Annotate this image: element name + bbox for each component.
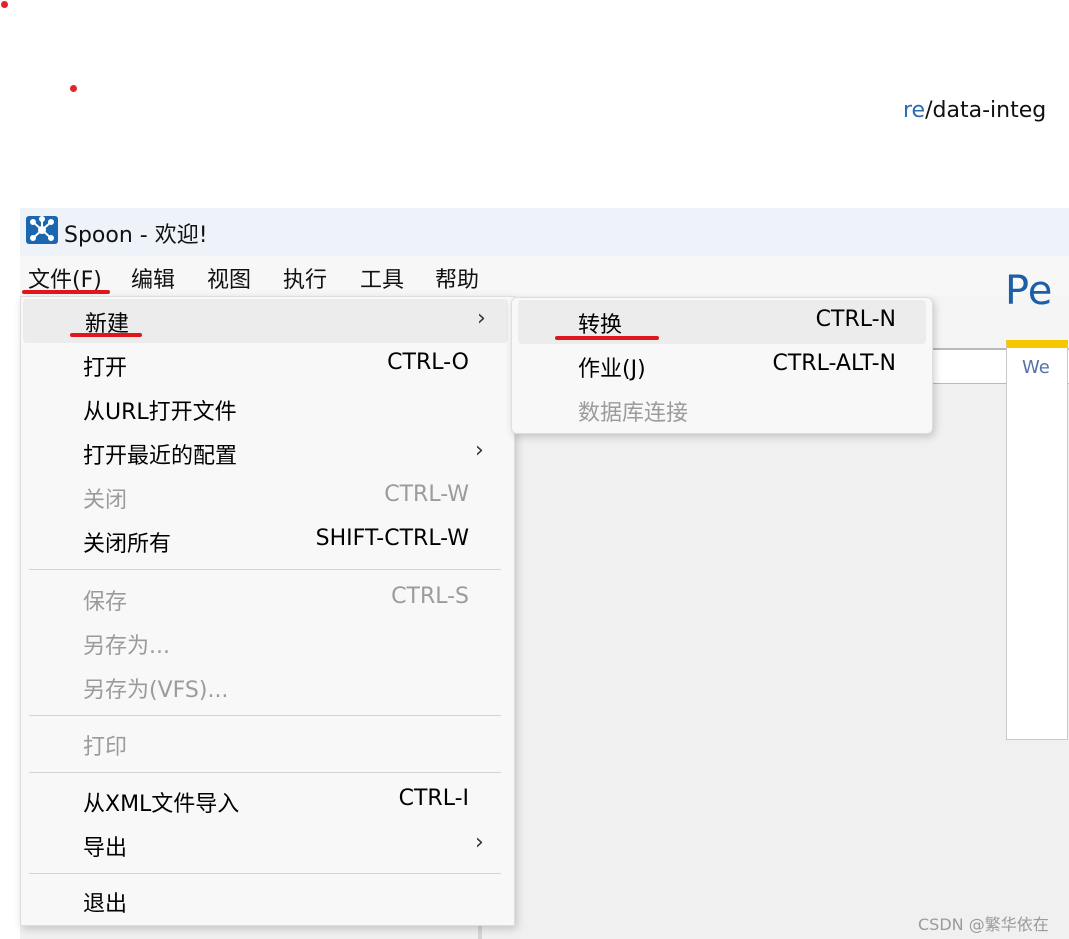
submenu-item-job[interactable]: 作业(J) CTRL-ALT-N — [518, 344, 926, 388]
menu-item-label: 打开 — [83, 356, 128, 381]
menu-item-label: 从XML文件导入 — [83, 792, 240, 817]
menu-edit[interactable]: 编辑 — [131, 262, 175, 294]
window-title: Spoon - 欢迎! — [64, 223, 208, 248]
menu-item-export[interactable]: 导出 › — [21, 823, 506, 867]
menu-bar: 文件(F) 编辑 视图 执行 工具 帮助 — [20, 256, 1069, 296]
menu-item-label: 导出 — [83, 836, 128, 861]
menu-item-save-as-vfs: 另存为(VFS)... — [21, 665, 506, 709]
menu-separator — [29, 772, 501, 773]
annotation-underline-file — [22, 290, 110, 294]
submenu-item-label: 数据库连接 — [578, 401, 689, 426]
submenu-item-database-connection: 数据库连接 — [518, 388, 926, 432]
menu-item-shortcut: CTRL-I — [398, 786, 469, 811]
menu-item-shortcut: CTRL-S — [391, 584, 469, 609]
menu-view[interactable]: 视图 — [207, 262, 251, 294]
red-dot — [1, 1, 8, 8]
url-text: re/data-integ — [903, 98, 1046, 123]
menu-item-exit[interactable]: 退出 — [21, 879, 506, 923]
submenu-item-shortcut: CTRL-ALT-N — [772, 351, 896, 376]
annotation-underline-transformation — [555, 336, 659, 340]
chevron-right-icon: › — [475, 438, 484, 463]
menu-item-shortcut: CTRL-O — [387, 350, 469, 375]
spoon-app-icon — [26, 216, 58, 244]
submenu-item-label: 转换 — [578, 313, 623, 338]
menu-separator — [29, 715, 501, 716]
welcome-page — [511, 436, 1069, 939]
menu-item-shortcut: CTRL-W — [384, 482, 469, 507]
welcome-title-fragment: Pe — [1005, 268, 1053, 314]
menu-separator — [29, 873, 501, 874]
menu-item-open[interactable]: 打开 CTRL-O — [21, 343, 506, 387]
menu-tools[interactable]: 工具 — [360, 262, 404, 294]
menu-item-print: 打印 — [21, 722, 506, 766]
menu-help[interactable]: 帮助 — [435, 262, 479, 294]
menu-item-label: 另存为(VFS)... — [83, 678, 229, 703]
menu-item-save-as: 另存为... — [21, 621, 506, 665]
red-dot — [70, 85, 77, 92]
card-text-fragment: We — [1022, 357, 1050, 378]
menu-item-import-xml[interactable]: 从XML文件导入 CTRL-I — [21, 779, 506, 823]
url-link-fragment: re — [903, 98, 926, 123]
menu-item-shortcut: SHIFT-CTRL-W — [315, 526, 469, 551]
menu-item-label: 打开最近的配置 — [83, 444, 238, 469]
new-submenu: 转换 CTRL-N 作业(J) CTRL-ALT-N 数据库连接 — [511, 297, 933, 434]
menu-item-label: 另存为... — [83, 634, 170, 659]
chevron-right-icon: › — [477, 306, 486, 331]
file-menu-dropdown: 新建 › 打开 CTRL-O 从URL打开文件 打开最近的配置 › 关闭 CTR… — [20, 296, 515, 926]
submenu-item-shortcut: CTRL-N — [815, 307, 896, 332]
menu-item-recent[interactable]: 打开最近的配置 › — [21, 431, 506, 475]
submenu-item-label: 作业(J) — [578, 357, 646, 382]
annotation-underline-new — [70, 333, 142, 337]
menu-item-label: 保存 — [83, 590, 128, 615]
watermark: CSDN @繁华依在 — [918, 915, 1049, 934]
menu-item-open-url[interactable]: 从URL打开文件 — [21, 387, 506, 431]
menu-item-label: 关闭 — [83, 488, 128, 513]
url-rest-fragment: /data-integ — [925, 98, 1047, 123]
menu-separator — [29, 569, 501, 570]
menu-run[interactable]: 执行 — [283, 262, 327, 294]
menu-item-save: 保存 CTRL-S — [21, 577, 506, 621]
menu-item-label: 打印 — [83, 735, 128, 760]
menu-item-label: 关闭所有 — [83, 532, 172, 557]
menu-item-label: 退出 — [83, 892, 128, 917]
chevron-right-icon: › — [475, 830, 484, 855]
menu-item-close-all[interactable]: 关闭所有 SHIFT-CTRL-W — [21, 519, 506, 563]
menu-item-close: 关闭 CTRL-W — [21, 475, 506, 519]
title-bar: Spoon - 欢迎! — [20, 208, 1069, 256]
welcome-card — [1006, 340, 1068, 740]
menu-item-label: 从URL打开文件 — [83, 400, 237, 425]
